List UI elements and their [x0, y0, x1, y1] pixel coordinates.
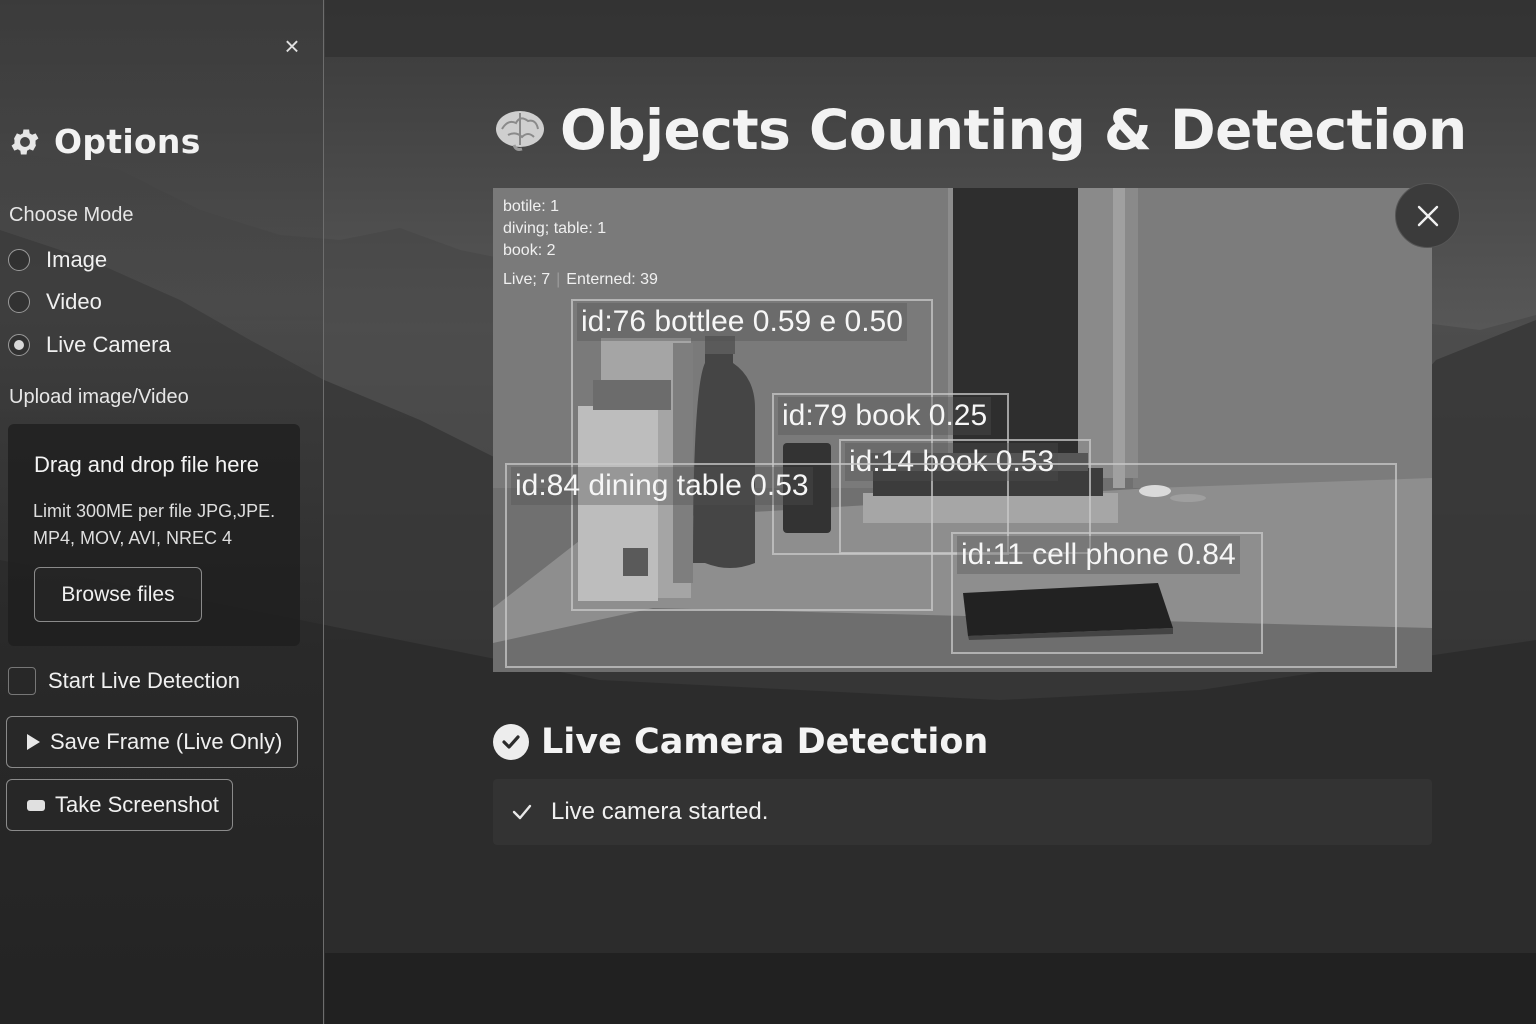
screenshot-icon	[27, 799, 45, 811]
page-heading: Objects Counting & Detection	[560, 98, 1467, 162]
main-footer-bar	[325, 953, 1536, 1024]
mode-radio-video[interactable]: Video	[8, 289, 102, 315]
limit-line-1: Limit 300ME per file JPG,JPE.	[33, 501, 276, 521]
main-header-bar	[325, 0, 1536, 57]
live-count: Live; 7	[503, 271, 551, 288]
start-live-checkbox[interactable]	[8, 667, 36, 695]
save-frame-label: Save Frame (Live Only)	[50, 729, 283, 754]
brain-icon	[496, 111, 544, 151]
count-bottle: botile: 1	[503, 198, 560, 215]
section-title: Live Camera Detection	[541, 722, 989, 762]
live-entered-counts: Live; 7 | Enterned: 39	[503, 269, 658, 291]
feed-close-button[interactable]	[1395, 183, 1460, 248]
radio-indicator[interactable]	[8, 291, 30, 313]
close-icon	[1417, 205, 1438, 226]
radio-indicator[interactable]	[8, 249, 30, 271]
gear-icon	[11, 129, 39, 154]
limit-line-2: MP4, MOV, AVI, NREC 4	[33, 528, 233, 548]
count-dining-table: diving; table: 1	[503, 220, 607, 237]
sidebar: × Options Choose Mode Image Video Live C…	[0, 0, 324, 1024]
mode-radio-live-camera[interactable]: Live Camera	[8, 332, 171, 358]
bbox-label: id:11 cell phone 0.84	[957, 536, 1240, 574]
check-circle-icon	[493, 724, 529, 760]
start-live-label: Start Live Detection	[48, 668, 240, 693]
start-live-detection-toggle[interactable]: Start Live Detection	[8, 667, 240, 695]
count-book: book: 2	[503, 242, 556, 259]
sidebar-close-icon[interactable]: ×	[282, 33, 302, 59]
mode-label: Video	[46, 289, 102, 314]
mode-label: Image	[46, 247, 108, 272]
sidebar-title: Options	[8, 122, 201, 161]
take-screenshot-button[interactable]: Take Screenshot	[6, 779, 233, 831]
bbox-cell-phone: id:11 cell phone 0.84	[951, 532, 1263, 654]
bbox-label: id:84 dining table 0.53	[511, 467, 813, 505]
upload-label: Upload image/Video	[9, 386, 189, 408]
mode-radio-image[interactable]: Image	[8, 247, 107, 273]
status-text: Live camera started.	[551, 798, 769, 825]
camera-feed: botile: 1 diving; table: 1 book: 2 Live;…	[493, 188, 1432, 672]
separator: |	[556, 271, 561, 288]
bbox-label: id:79 book 0.25	[778, 397, 992, 435]
detection-counts: botile: 1 diving; table: 1 book: 2 Live;…	[503, 196, 658, 291]
page-title: Objects Counting & Detection	[494, 98, 1467, 162]
dropzone-limit-text: Limit 300ME per file JPG,JPE. MP4, MOV, …	[33, 498, 295, 552]
section-header: Live Camera Detection	[493, 722, 988, 762]
status-message: Live camera started.	[493, 779, 1432, 845]
play-icon	[27, 734, 40, 750]
file-dropzone[interactable]: Drag and drop file here Limit 300ME per …	[8, 424, 300, 646]
choose-mode-label: Choose Mode	[9, 204, 134, 226]
mode-label: Live Camera	[46, 332, 171, 357]
browse-files-button[interactable]: Browse files	[34, 567, 202, 622]
dropzone-title: Drag and drop file here	[34, 452, 260, 477]
save-frame-button[interactable]: Save Frame (Live Only)	[6, 716, 298, 768]
options-heading: Options	[54, 122, 201, 161]
radio-indicator-selected[interactable]	[8, 334, 30, 356]
bbox-label: id:76 bottlee 0.59 e 0.50	[577, 303, 907, 341]
entered-count: Enterned: 39	[566, 271, 658, 288]
checkmark-icon	[512, 804, 532, 820]
take-screenshot-label: Take Screenshot	[55, 792, 219, 817]
